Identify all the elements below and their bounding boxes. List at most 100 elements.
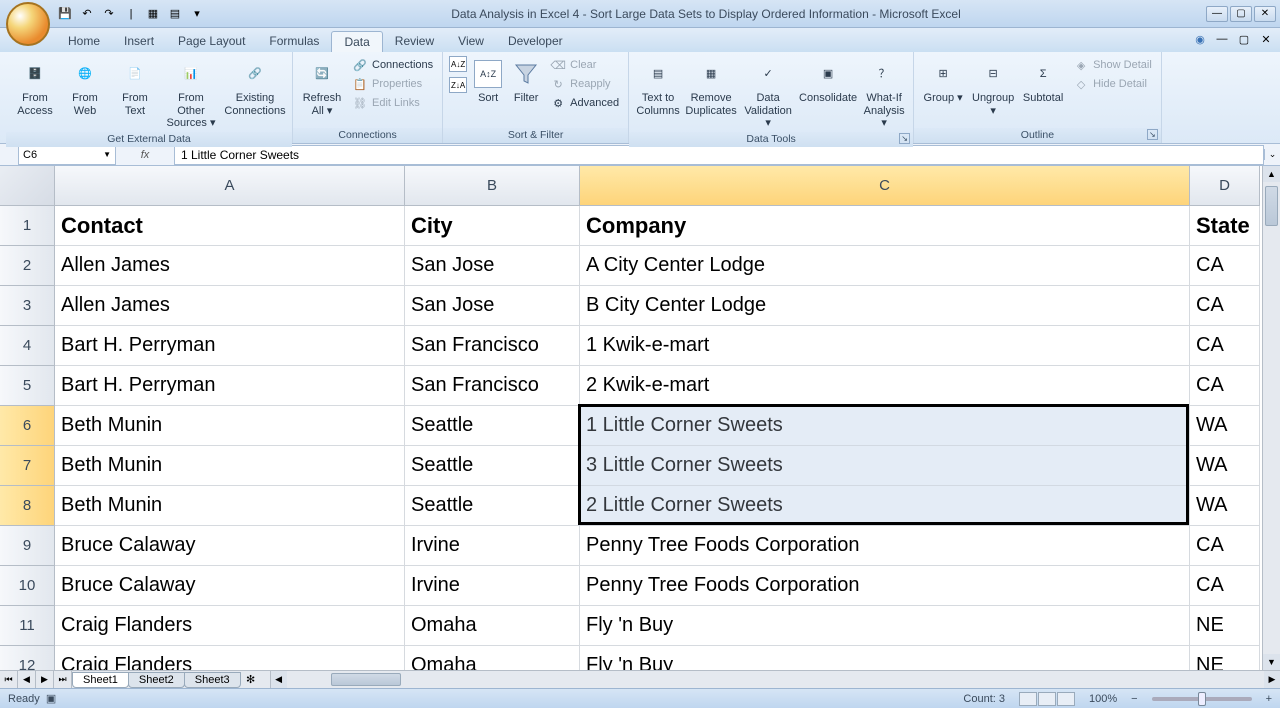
close-workbook-icon[interactable]: ✕ <box>1258 31 1274 47</box>
qat-more-icon[interactable]: ▾ <box>188 5 206 23</box>
qat-custom2-icon[interactable]: ▤ <box>166 5 184 23</box>
cell-A2[interactable]: Allen James <box>55 246 405 286</box>
sheet-nav-last-icon[interactable]: ⏭ <box>54 671 72 688</box>
tab-review[interactable]: Review <box>383 31 446 52</box>
cell-A10[interactable]: Bruce Calaway <box>55 566 405 606</box>
cell-A3[interactable]: Allen James <box>55 286 405 326</box>
cell-C2[interactable]: A City Center Lodge <box>580 246 1190 286</box>
zoom-slider[interactable] <box>1152 697 1252 701</box>
sort-button[interactable]: A↕ZSort <box>471 56 505 107</box>
tab-data[interactable]: Data <box>331 31 382 52</box>
cell-D8[interactable]: WA <box>1190 486 1260 526</box>
row-header-10[interactable]: 10 <box>0 566 55 606</box>
connections-button[interactable]: 🔗Connections <box>349 56 436 74</box>
outline-launcher[interactable]: ↘ <box>1147 129 1158 140</box>
view-layout-button[interactable] <box>1038 692 1056 706</box>
row-header-9[interactable]: 9 <box>0 526 55 566</box>
cell-B1[interactable]: City <box>405 206 580 246</box>
cell-B8[interactable]: Seattle <box>405 486 580 526</box>
qat-custom1-icon[interactable]: ▦ <box>144 5 162 23</box>
cell-B9[interactable]: Irvine <box>405 526 580 566</box>
from-web-button[interactable]: 🌐From Web <box>62 56 108 119</box>
cell-B11[interactable]: Omaha <box>405 606 580 646</box>
vscroll-thumb[interactable] <box>1265 186 1278 226</box>
macro-record-icon[interactable]: ▣ <box>46 693 56 705</box>
from-access-button[interactable]: 🗄️From Access <box>12 56 58 119</box>
view-pagebreak-button[interactable] <box>1057 692 1075 706</box>
scroll-up-icon[interactable]: ▲ <box>1263 166 1280 182</box>
tab-formulas[interactable]: Formulas <box>257 31 331 52</box>
cell-C10[interactable]: Penny Tree Foods Corporation <box>580 566 1190 606</box>
zoom-out-icon[interactable]: − <box>1131 693 1137 705</box>
name-box[interactable]: C6▼ <box>18 145 116 165</box>
select-all-corner[interactable] <box>0 166 55 206</box>
sheet-nav-prev-icon[interactable]: ◀ <box>18 671 36 688</box>
close-button[interactable]: ✕ <box>1254 6 1276 22</box>
cell-C7[interactable]: 3 Little Corner Sweets <box>580 446 1190 486</box>
cell-C5[interactable]: 2 Kwik-e-mart <box>580 366 1190 406</box>
sort-asc-button[interactable]: A↓Z <box>449 56 467 72</box>
horizontal-scrollbar[interactable]: ◀ ▶ <box>270 671 1280 688</box>
cell-D7[interactable]: WA <box>1190 446 1260 486</box>
cell-C4[interactable]: 1 Kwik-e-mart <box>580 326 1190 366</box>
new-sheet-button[interactable]: ✻ <box>240 671 262 688</box>
column-header-C[interactable]: C <box>580 166 1190 206</box>
restore-workbook-icon[interactable]: ▢ <box>1236 31 1252 47</box>
row-header-2[interactable]: 2 <box>0 246 55 286</box>
sheet-nav-first-icon[interactable]: ⏮ <box>0 671 18 688</box>
cell-B2[interactable]: San Jose <box>405 246 580 286</box>
text-to-columns-button[interactable]: ▤Text to Columns <box>635 56 681 119</box>
minimize-button[interactable]: ― <box>1206 6 1228 22</box>
sort-desc-button[interactable]: Z↓A <box>449 77 467 93</box>
cell-A1[interactable]: Contact <box>55 206 405 246</box>
cell-C8[interactable]: 2 Little Corner Sweets <box>580 486 1190 526</box>
hscroll-thumb[interactable] <box>331 673 401 686</box>
cell-C6[interactable]: 1 Little Corner Sweets <box>580 406 1190 446</box>
row-header-11[interactable]: 11 <box>0 606 55 646</box>
cell-C11[interactable]: Fly 'n Buy <box>580 606 1190 646</box>
minimize-ribbon-icon[interactable]: ― <box>1214 31 1230 47</box>
row-header-7[interactable]: 7 <box>0 446 55 486</box>
what-if-button[interactable]: ？What-If Analysis ▾ <box>861 56 907 132</box>
cell-B3[interactable]: San Jose <box>405 286 580 326</box>
row-header-4[interactable]: 4 <box>0 326 55 366</box>
undo-icon[interactable]: ↶ <box>78 5 96 23</box>
cell-D1[interactable]: State <box>1190 206 1260 246</box>
cell-D5[interactable]: CA <box>1190 366 1260 406</box>
zoom-in-icon[interactable]: + <box>1266 693 1272 705</box>
sheet-tab-sheet1[interactable]: Sheet1 <box>72 672 129 688</box>
scroll-down-icon[interactable]: ▼ <box>1263 654 1280 670</box>
scroll-right-icon[interactable]: ▶ <box>1264 671 1280 688</box>
refresh-all-button[interactable]: 🔄Refresh All ▾ <box>299 56 345 119</box>
cell-A5[interactable]: Bart H. Perryman <box>55 366 405 406</box>
zoom-slider-thumb[interactable] <box>1198 692 1206 706</box>
scroll-left-icon[interactable]: ◀ <box>271 671 287 688</box>
cell-A12[interactable]: Craig Flanders <box>55 646 405 670</box>
filter-button[interactable]: Filter <box>509 56 543 107</box>
cell-A7[interactable]: Beth Munin <box>55 446 405 486</box>
advanced-filter-button[interactable]: ⚙Advanced <box>547 94 622 112</box>
cell-A11[interactable]: Craig Flanders <box>55 606 405 646</box>
zoom-level[interactable]: 100% <box>1089 693 1117 705</box>
cell-D4[interactable]: CA <box>1190 326 1260 366</box>
cell-C12[interactable]: Fly 'n Buy <box>580 646 1190 670</box>
maximize-button[interactable]: ▢ <box>1230 6 1252 22</box>
group-rows-button[interactable]: ⊞Group ▾ <box>920 56 966 107</box>
cell-D9[interactable]: CA <box>1190 526 1260 566</box>
expand-formula-bar-icon[interactable]: ⌄ <box>1264 149 1280 160</box>
row-header-8[interactable]: 8 <box>0 486 55 526</box>
office-button[interactable] <box>6 2 50 46</box>
cell-D6[interactable]: WA <box>1190 406 1260 446</box>
subtotal-button[interactable]: ΣSubtotal <box>1020 56 1066 107</box>
cell-A4[interactable]: Bart H. Perryman <box>55 326 405 366</box>
tab-insert[interactable]: Insert <box>112 31 166 52</box>
cell-D12[interactable]: NE <box>1190 646 1260 670</box>
from-text-button[interactable]: 📄From Text <box>112 56 158 119</box>
cell-A9[interactable]: Bruce Calaway <box>55 526 405 566</box>
view-normal-button[interactable] <box>1019 692 1037 706</box>
cell-A6[interactable]: Beth Munin <box>55 406 405 446</box>
from-other-sources-button[interactable]: 📊From Other Sources ▾ <box>162 56 220 132</box>
sheet-tab-sheet3[interactable]: Sheet3 <box>184 672 241 688</box>
cell-B5[interactable]: San Francisco <box>405 366 580 406</box>
tab-page-layout[interactable]: Page Layout <box>166 31 257 52</box>
